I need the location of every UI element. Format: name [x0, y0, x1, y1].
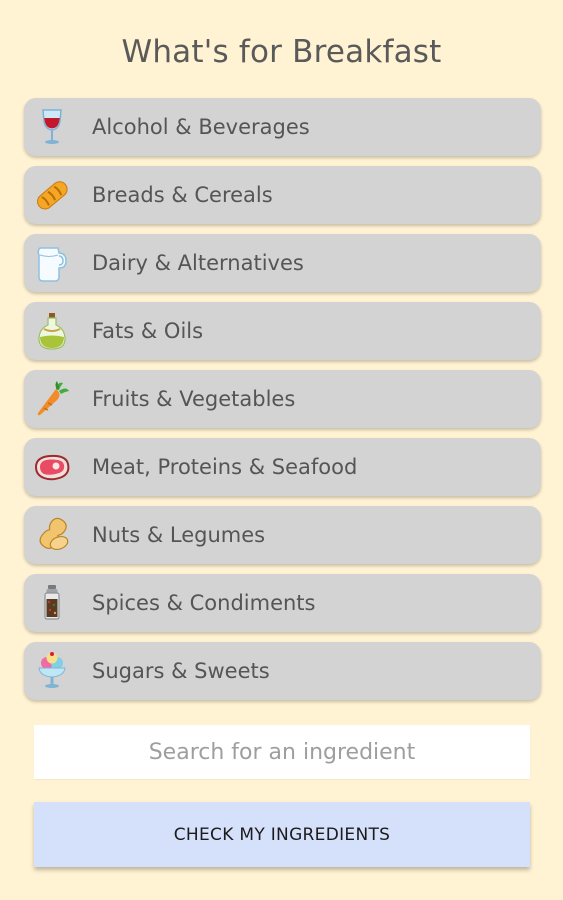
carrot-icon: [32, 379, 72, 419]
category-list: Alcohol & Beverages Breads & Cereals Dai…: [24, 98, 541, 710]
category-label: Nuts & Legumes: [92, 523, 266, 547]
category-alcohol-beverages[interactable]: Alcohol & Beverages: [24, 98, 541, 156]
category-label: Dairy & Alternatives: [92, 251, 304, 275]
category-sugars-sweets[interactable]: Sugars & Sweets: [24, 642, 541, 700]
check-ingredients-button[interactable]: CHECK MY INGREDIENTS: [34, 802, 530, 867]
spice-grinder-icon: [32, 583, 72, 623]
category-fruits-vegetables[interactable]: Fruits & Vegetables: [24, 370, 541, 428]
category-label: Fruits & Vegetables: [92, 387, 296, 411]
category-breads-cereals[interactable]: Breads & Cereals: [24, 166, 541, 224]
category-label: Meat, Proteins & Seafood: [92, 455, 358, 479]
category-nuts-legumes[interactable]: Nuts & Legumes: [24, 506, 541, 564]
steak-icon: [32, 447, 72, 487]
category-fats-oils[interactable]: Fats & Oils: [24, 302, 541, 360]
bread-icon: [32, 175, 72, 215]
category-label: Spices & Condiments: [92, 591, 316, 615]
category-label: Breads & Cereals: [92, 183, 273, 207]
peanut-icon: [32, 515, 72, 555]
wine-glass-icon: [32, 107, 72, 147]
search-input[interactable]: [34, 725, 530, 779]
category-dairy-alternatives[interactable]: Dairy & Alternatives: [24, 234, 541, 292]
page-title: What's for Breakfast: [121, 34, 442, 70]
ice-cream-sundae-icon: [32, 651, 72, 691]
category-label: Fats & Oils: [92, 319, 204, 343]
oil-bottle-icon: [32, 311, 72, 351]
milk-jug-icon: [32, 243, 72, 283]
category-label: Alcohol & Beverages: [92, 115, 310, 139]
category-spices-condiments[interactable]: Spices & Condiments: [24, 574, 541, 632]
category-label: Sugars & Sweets: [92, 659, 270, 683]
category-meat-proteins-seafood[interactable]: Meat, Proteins & Seafood: [24, 438, 541, 496]
